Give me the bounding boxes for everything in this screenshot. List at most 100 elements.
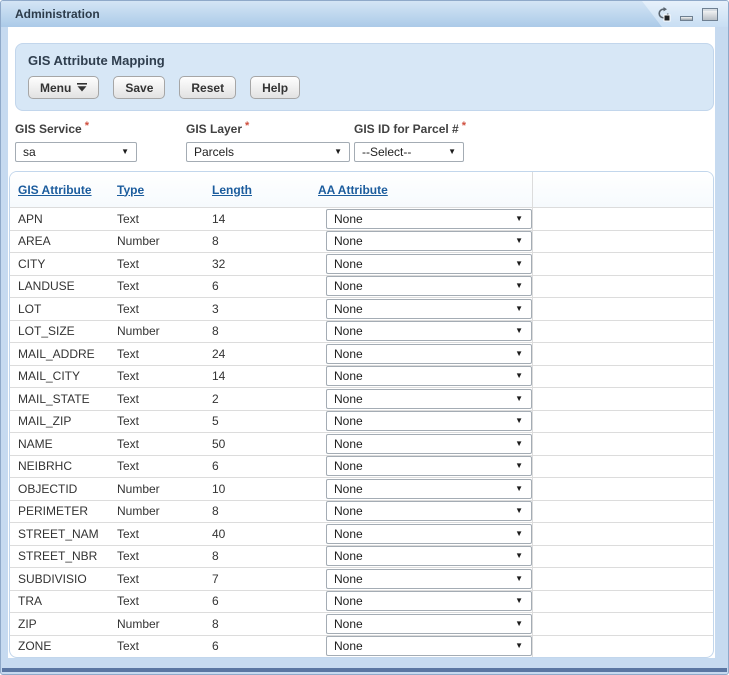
cell-type: Text xyxy=(117,414,212,428)
cell-type: Text xyxy=(117,392,212,406)
cell-gis-attribute: LOT_SIZE xyxy=(18,324,117,338)
gis-layer-value: Parcels xyxy=(194,145,334,159)
column-header-gis-attribute[interactable]: GIS Attribute xyxy=(18,183,92,197)
cell-length: 8 xyxy=(212,234,318,248)
aa-attribute-value: None xyxy=(334,527,515,541)
aa-attribute-select[interactable]: None ▼ xyxy=(326,411,532,431)
cell-length: 24 xyxy=(212,347,318,361)
cell-gis-attribute: LOT xyxy=(18,302,117,316)
maximize-icon[interactable] xyxy=(702,8,718,21)
cell-type: Text xyxy=(117,459,212,473)
aa-attribute-value: None xyxy=(334,369,515,383)
table-header-row: GIS Attribute Type Length AA Attribute xyxy=(10,172,713,207)
cell-type: Text xyxy=(117,437,212,451)
cell-gis-attribute: NEIBRHC xyxy=(18,459,117,473)
aa-attribute-select[interactable]: None ▼ xyxy=(326,344,532,364)
save-button[interactable]: Save xyxy=(113,76,165,99)
cell-gis-attribute: AREA xyxy=(18,234,117,248)
gis-service-value: sa xyxy=(23,145,121,159)
cell-length: 8 xyxy=(212,324,318,338)
aa-attribute-value: None xyxy=(334,617,515,631)
chevron-down-icon: ▼ xyxy=(448,148,456,156)
aa-attribute-value: None xyxy=(334,572,515,586)
table-row: MAIL_ZIP Text 5 None ▼ xyxy=(10,410,713,433)
column-header-type[interactable]: Type xyxy=(117,183,144,197)
chevron-down-icon: ▼ xyxy=(515,350,523,358)
table-body: APN Text 14 None ▼ AREA Number 8 None ▼ … xyxy=(10,207,713,657)
aa-attribute-value: None xyxy=(334,504,515,518)
minimize-icon[interactable] xyxy=(680,8,693,21)
administration-window: Administration GIS Attribute Mapping Men… xyxy=(0,0,729,675)
cell-gis-attribute: NAME xyxy=(18,437,117,451)
aa-attribute-select[interactable]: None ▼ xyxy=(326,569,532,589)
aa-attribute-select[interactable]: None ▼ xyxy=(326,636,532,656)
toolbar: Menu Save Reset Help xyxy=(28,76,713,99)
cell-gis-attribute: ZIP xyxy=(18,617,117,631)
help-button[interactable]: Help xyxy=(250,76,300,99)
cell-type: Text xyxy=(117,212,212,226)
chevron-down-icon: ▼ xyxy=(515,282,523,290)
aa-attribute-select[interactable]: None ▼ xyxy=(326,479,532,499)
menu-button[interactable]: Menu xyxy=(28,76,99,99)
cell-type: Text xyxy=(117,302,212,316)
aa-attribute-select[interactable]: None ▼ xyxy=(326,231,532,251)
aa-attribute-select[interactable]: None ▼ xyxy=(326,501,532,521)
aa-attribute-select[interactable]: None ▼ xyxy=(326,254,532,274)
detach-icon[interactable] xyxy=(656,7,671,22)
chevron-down-icon: ▼ xyxy=(515,237,523,245)
column-header-length[interactable]: Length xyxy=(212,183,252,197)
cell-gis-attribute: STREET_NAM xyxy=(18,527,117,541)
aa-attribute-select[interactable]: None ▼ xyxy=(326,591,532,611)
gis-layer-label: GIS Layer* xyxy=(186,122,249,136)
chevron-down-icon: ▼ xyxy=(515,372,523,380)
cell-gis-attribute: PERIMETER xyxy=(18,504,117,518)
table-row: TRA Text 6 None ▼ xyxy=(10,590,713,613)
column-header-aa-attribute[interactable]: AA Attribute xyxy=(318,183,388,197)
cell-type: Text xyxy=(117,594,212,608)
table-row: ZIP Number 8 None ▼ xyxy=(10,612,713,635)
aa-attribute-select[interactable]: None ▼ xyxy=(326,299,532,319)
window-bottom-edge xyxy=(2,668,727,672)
table-row: LOT_SIZE Number 8 None ▼ xyxy=(10,320,713,343)
gis-id-parcel-select[interactable]: --Select-- ▼ xyxy=(354,142,464,162)
gis-service-field: GIS Service* sa ▼ xyxy=(15,120,137,162)
reset-button[interactable]: Reset xyxy=(179,76,236,99)
required-marker: * xyxy=(245,120,249,132)
aa-attribute-select[interactable]: None ▼ xyxy=(326,614,532,634)
gis-layer-select[interactable]: Parcels ▼ xyxy=(186,142,350,162)
table-row: NAME Text 50 None ▼ xyxy=(10,432,713,455)
table-row: STREET_NAM Text 40 None ▼ xyxy=(10,522,713,545)
cell-type: Text xyxy=(117,279,212,293)
aa-attribute-value: None xyxy=(334,594,515,608)
aa-attribute-select[interactable]: None ▼ xyxy=(326,546,532,566)
aa-attribute-select[interactable]: None ▼ xyxy=(326,434,532,454)
cell-type: Text xyxy=(117,639,212,653)
chevron-down-icon: ▼ xyxy=(515,642,523,650)
aa-attribute-select[interactable]: None ▼ xyxy=(326,456,532,476)
cell-length: 50 xyxy=(212,437,318,451)
chevron-down-icon: ▼ xyxy=(515,530,523,538)
cell-length: 8 xyxy=(212,504,318,518)
cell-type: Number xyxy=(117,504,212,518)
aa-attribute-select[interactable]: None ▼ xyxy=(326,524,532,544)
cell-length: 14 xyxy=(212,369,318,383)
aa-attribute-select[interactable]: None ▼ xyxy=(326,389,532,409)
gis-service-select[interactable]: sa ▼ xyxy=(15,142,137,162)
table-row: LOT Text 3 None ▼ xyxy=(10,297,713,320)
gis-form: GIS Service* sa ▼ GIS Layer* Parcels ▼ G… xyxy=(8,120,715,166)
table-row: MAIL_CITY Text 14 None ▼ xyxy=(10,365,713,388)
table-row: MAIL_ADDRE Text 24 None ▼ xyxy=(10,342,713,365)
aa-attribute-select[interactable]: None ▼ xyxy=(326,366,532,386)
cell-gis-attribute: MAIL_ZIP xyxy=(18,414,117,428)
aa-attribute-select[interactable]: None ▼ xyxy=(326,276,532,296)
aa-attribute-select[interactable]: None ▼ xyxy=(326,209,532,229)
chevron-down-icon: ▼ xyxy=(515,597,523,605)
table-row: CITY Text 32 None ▼ xyxy=(10,252,713,275)
gis-service-label: GIS Service* xyxy=(15,122,89,136)
cell-gis-attribute: LANDUSE xyxy=(18,279,117,293)
table-row: LANDUSE Text 6 None ▼ xyxy=(10,275,713,298)
chevron-down-icon: ▼ xyxy=(515,327,523,335)
aa-attribute-select[interactable]: None ▼ xyxy=(326,321,532,341)
cell-type: Number xyxy=(117,617,212,631)
cell-gis-attribute: APN xyxy=(18,212,117,226)
